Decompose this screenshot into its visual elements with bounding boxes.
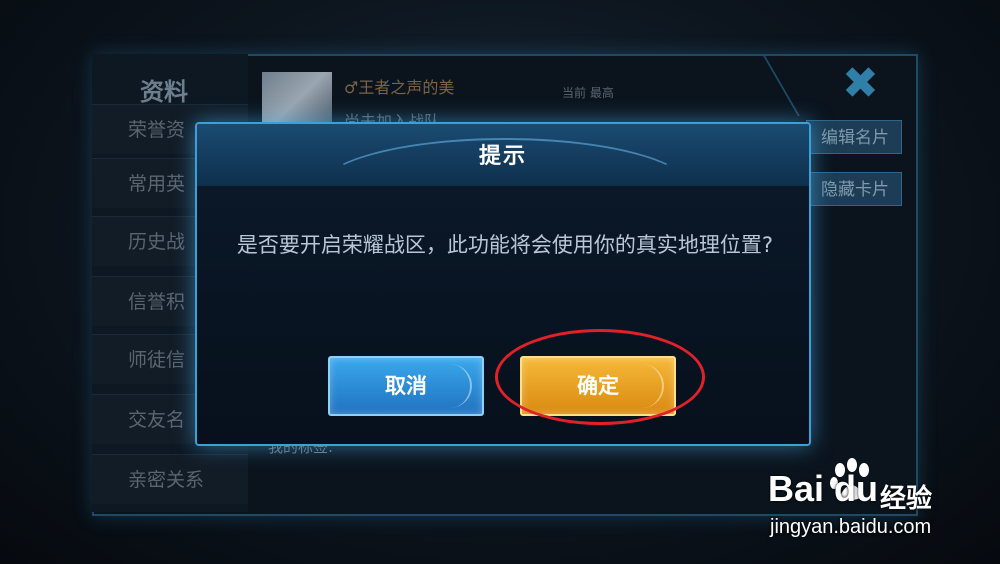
dialog-header: 提示 <box>197 124 809 188</box>
close-icon[interactable]: ✖ <box>842 62 879 106</box>
edit-card-button[interactable]: 编辑名片 <box>806 120 902 154</box>
cancel-button-label: 取消 <box>385 374 427 398</box>
sidebar-item-intimacy[interactable]: 亲密关系 <box>92 454 248 504</box>
rank-labels: 当前 最高 <box>562 86 614 100</box>
button-sheen <box>430 364 472 408</box>
watermark-jingyan: 经验 <box>880 484 933 514</box>
profile-panel-title: 资料 <box>140 78 188 106</box>
avatar[interactable] <box>262 72 332 128</box>
watermark-url: jingyan.baidu.com <box>770 516 932 538</box>
player-name: ♂王者之声的美 <box>344 78 455 97</box>
dialog-body <box>197 186 809 444</box>
hide-card-button[interactable]: 隐藏卡片 <box>806 172 902 206</box>
cancel-button[interactable]: 取消 <box>328 356 484 416</box>
game-screen: 资料 荣誉资 常用英 历史战 信誉积 师徒信 交友名 亲密关系 ♂王者之声的美 … <box>0 0 1000 564</box>
dialog-message: 是否要开启荣耀战区，此功能将会使用你的真实地理位置? <box>236 233 774 257</box>
prompt-dialog: 提示 是否要开启荣耀战区，此功能将会使用你的真实地理位置? 取消 确定 <box>195 122 811 446</box>
highlight-ellipse <box>495 329 705 425</box>
dialog-title: 提示 <box>478 144 527 169</box>
watermark-logo: Bai du <box>768 468 879 509</box>
